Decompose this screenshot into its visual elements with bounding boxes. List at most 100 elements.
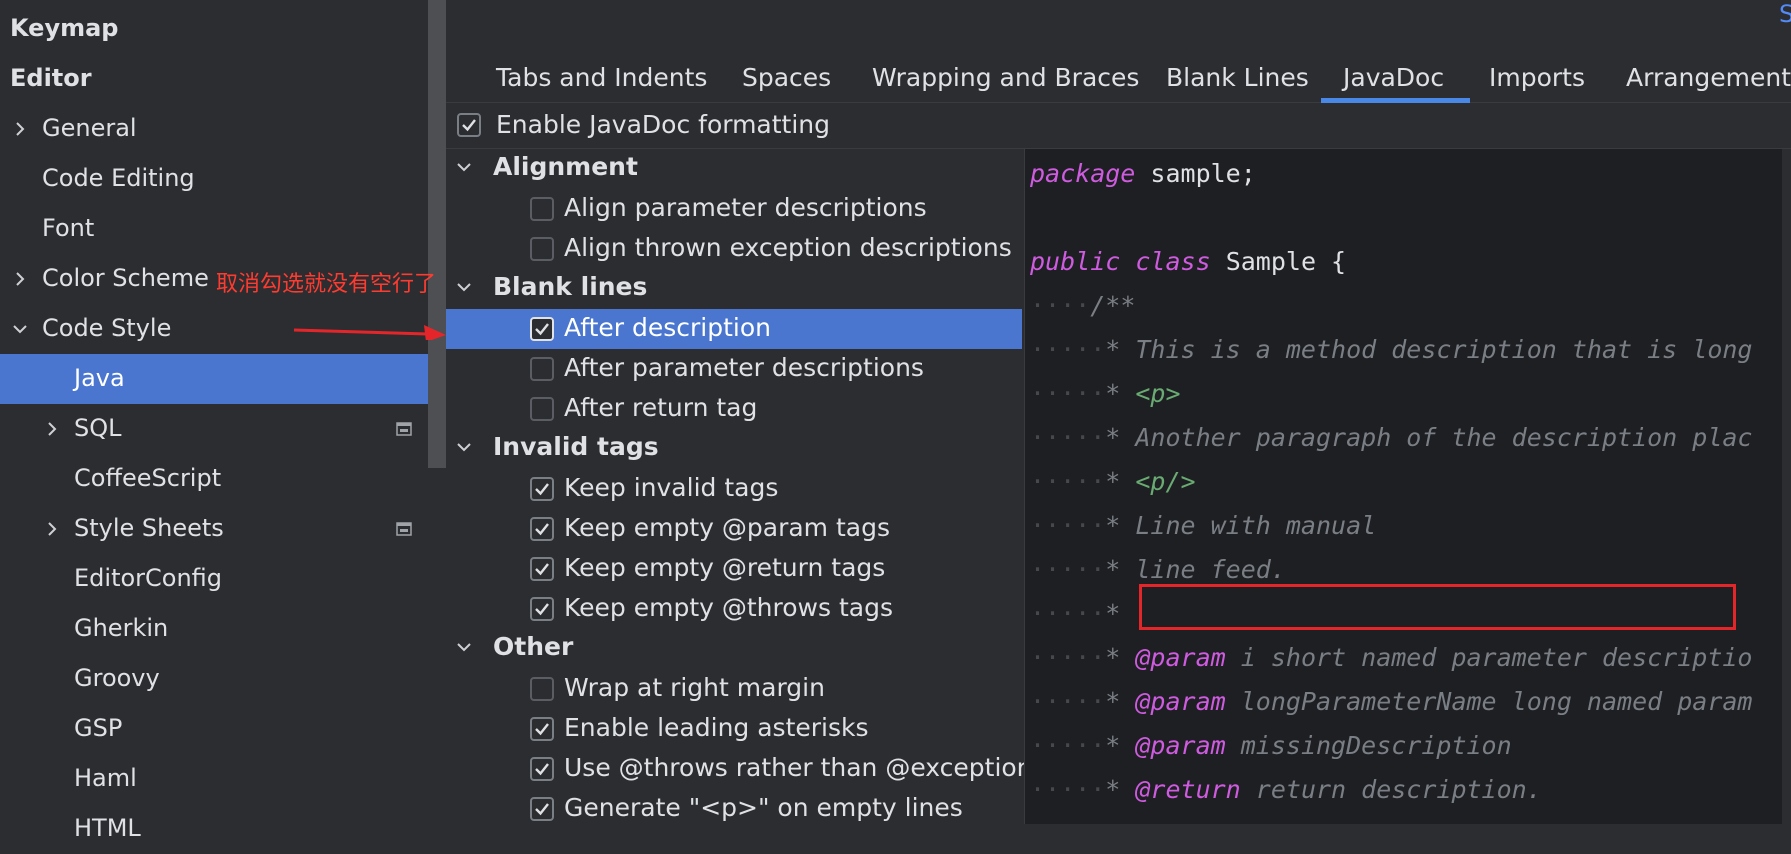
tab-tabs-and-indents[interactable]: Tabs and Indents (496, 52, 707, 102)
code-token: * Line with manual (1105, 510, 1377, 540)
tab-spaces[interactable]: Spaces (742, 52, 831, 102)
top-link[interactable]: S (1779, 0, 1791, 28)
sidebar-item-editorconfig[interactable]: EditorConfig (0, 554, 445, 604)
code-line: ····· * Another paragraph of the descript… (1030, 417, 1752, 457)
option-row[interactable]: Keep empty @param tags (446, 509, 1022, 549)
sidebar-item-general[interactable]: General (0, 104, 445, 154)
code-token: * (1105, 642, 1136, 672)
option-row[interactable]: Generate "<p>" on empty lines (446, 789, 1022, 829)
chevron-right-icon[interactable] (8, 117, 32, 141)
chevron-down-glyph[interactable] (454, 437, 474, 457)
sidebar-item-groovy[interactable]: Groovy (0, 654, 445, 704)
sidebar-item-font[interactable]: Font (0, 204, 445, 254)
option-checkbox[interactable] (530, 517, 554, 541)
option-checkbox[interactable] (530, 397, 554, 421)
option-row[interactable]: After description (446, 309, 1022, 349)
option-row[interactable]: After parameter descriptions (446, 349, 1022, 389)
preview-scrollbar[interactable] (1782, 149, 1791, 824)
option-group-alignment[interactable]: Alignment (446, 149, 1022, 189)
option-group-other[interactable]: Other (446, 629, 1022, 669)
option-group-blank-lines[interactable]: Blank lines (446, 269, 1022, 309)
option-row[interactable]: Align thrown exception descriptions (446, 229, 1022, 269)
option-checkbox[interactable] (530, 357, 554, 381)
sidebar-item-code-editing[interactable]: Code Editing (0, 154, 445, 204)
option-row[interactable]: Align parameter descriptions (446, 189, 1022, 229)
chevron-right-glyph[interactable] (10, 269, 30, 289)
chevron-down-icon[interactable] (8, 317, 32, 341)
tab-imports[interactable]: Imports (1489, 52, 1585, 102)
enable-javadoc-row: Enable JavaDoc formatting (446, 102, 1791, 149)
sidebar-item-label: Color Scheme (42, 264, 209, 292)
chevron-down-glyph[interactable] (454, 637, 474, 657)
option-row[interactable]: Keep invalid tags (446, 469, 1022, 509)
option-checkbox[interactable] (530, 317, 554, 341)
code-token: ····· (1030, 510, 1106, 540)
tab-javadoc[interactable]: JavaDoc (1320, 52, 1471, 103)
enable-javadoc-checkbox[interactable] (457, 113, 481, 137)
sidebar-item-haml[interactable]: Haml (0, 754, 445, 804)
tab-arrangement[interactable]: Arrangement (1626, 52, 1791, 102)
checkmark-icon (535, 603, 549, 616)
checkmark-icon (535, 323, 549, 336)
chevron-right-glyph[interactable] (42, 519, 62, 539)
chevron-down-icon[interactable] (454, 437, 478, 461)
option-checkbox[interactable] (530, 557, 554, 581)
chevron-down-glyph[interactable] (454, 277, 474, 297)
sidebar-item-java[interactable]: Java (0, 354, 445, 404)
option-checkbox[interactable] (530, 757, 554, 781)
code-token: ···· (1030, 290, 1091, 320)
sidebar-item-label: SQL (74, 414, 122, 442)
option-row[interactable]: Keep empty @throws tags (446, 589, 1022, 629)
chevron-right-glyph[interactable] (42, 419, 62, 439)
annotation-text: 取消勾选就没有空行了 (216, 272, 437, 297)
project-scope-icon (396, 522, 412, 536)
option-label: Align thrown exception descriptions (564, 233, 1012, 262)
option-row[interactable]: Use @throws rather than @exception (446, 749, 1033, 789)
option-row[interactable]: Keep empty @return tags (446, 549, 1022, 589)
option-group-label: Alignment (493, 152, 638, 181)
option-checkbox[interactable] (530, 677, 554, 701)
code-token: longParameterName long named param (1225, 686, 1753, 716)
option-checkbox[interactable] (530, 477, 554, 501)
settings-sidebar: Keymap Editor General Code Editing Font Color… (0, 0, 445, 842)
code-line: ····· * line feed. (1030, 549, 1286, 589)
sidebar-item-keymap[interactable]: Keymap (0, 4, 445, 54)
sidebar-item-coffeescript[interactable]: CoffeeScript (0, 454, 445, 504)
chevron-down-icon[interactable] (454, 637, 478, 661)
sidebar-item-gsp[interactable]: GSP (0, 704, 445, 754)
option-group-invalid-tags[interactable]: Invalid tags (446, 429, 1022, 469)
checkmark-icon (535, 563, 549, 576)
tab-blank-lines[interactable]: Blank Lines (1166, 52, 1309, 102)
option-checkbox[interactable] (530, 597, 554, 621)
option-label: Keep invalid tags (564, 473, 779, 502)
code-token: @param (1135, 730, 1226, 760)
sidebar-item-style-sheets[interactable]: Style Sheets (0, 504, 445, 554)
code-token: public (1030, 246, 1121, 276)
option-checkbox[interactable] (530, 717, 554, 741)
sidebar-scrollbar[interactable] (428, 0, 446, 468)
chevron-right-glyph[interactable] (10, 119, 30, 139)
sidebar-item-html[interactable]: HTML (0, 804, 445, 854)
chevron-down-icon[interactable] (454, 157, 478, 181)
tab-wrapping-and-braces[interactable]: Wrapping and Braces (872, 52, 1139, 102)
sidebar-item-sql[interactable]: SQL (0, 404, 445, 454)
sidebar-item-label: HTML (74, 814, 141, 842)
sidebar-item-editor[interactable]: Editor (0, 54, 445, 104)
option-checkbox[interactable] (530, 797, 554, 821)
chevron-down-icon[interactable] (454, 277, 478, 301)
chevron-right-icon[interactable] (40, 417, 64, 441)
sidebar-item-label: Groovy (74, 664, 160, 692)
chevron-right-icon[interactable] (40, 517, 64, 541)
sidebar-item-gherkin[interactable]: Gherkin (0, 604, 445, 654)
chevron-down-glyph[interactable] (10, 319, 30, 339)
chevron-right-icon[interactable] (8, 267, 32, 291)
option-row[interactable]: After return tag (446, 389, 1022, 429)
option-row[interactable]: Wrap at right margin (446, 669, 1022, 709)
chevron-down-glyph[interactable] (454, 157, 474, 177)
option-checkbox[interactable] (530, 237, 554, 261)
code-token: <p> (1135, 378, 1181, 408)
code-line: ····/** (1030, 285, 1135, 325)
option-checkbox[interactable] (530, 197, 554, 221)
option-row[interactable]: Enable leading asterisks (446, 709, 1022, 749)
code-token: * (1105, 774, 1136, 804)
